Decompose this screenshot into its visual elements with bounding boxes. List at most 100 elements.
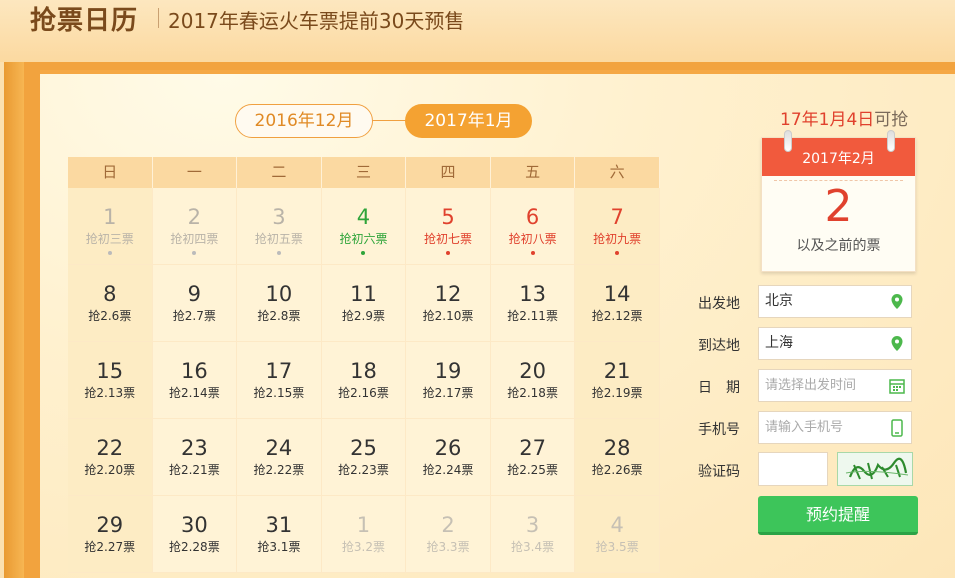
ticket-label: 抢初四票 xyxy=(170,232,219,246)
ticket-label: 抢2.27票 xyxy=(84,540,136,554)
to-label: 到达地 xyxy=(698,338,740,354)
calendar-day-cell[interactable]: 21 抢2.19票 xyxy=(575,342,660,419)
calendar-day-cell[interactable]: 16 抢2.14票 xyxy=(152,342,238,419)
day-number: 13 xyxy=(519,282,546,306)
day-number: 7 xyxy=(610,205,624,229)
weekday-header: 日 一 二 三 四 五 六 xyxy=(68,157,660,188)
day-number: 8 xyxy=(103,282,117,306)
weekday-mon: 一 xyxy=(153,157,238,188)
calendar-day-cell[interactable]: 14 抢2.12票 xyxy=(575,265,660,342)
day-number: 3 xyxy=(272,205,286,229)
ticket-label: 抢3.5票 xyxy=(595,540,639,554)
calendar-day-cell[interactable]: 7 抢初九票 xyxy=(575,188,660,265)
day-number: 20 xyxy=(519,359,546,383)
calendar-day-cell[interactable]: 22 抢2.20票 xyxy=(68,419,153,496)
calendar-week: 15 抢2.13票 16 抢2.14票 17 抢2.15票 18 抢2.16票 19 抢2.17票… xyxy=(68,342,660,419)
calendar-day-cell[interactable]: 9 抢2.7票 xyxy=(152,265,238,342)
phone-icon xyxy=(891,419,903,437)
weekday-sun: 日 xyxy=(68,157,153,188)
ticket-label: 抢初八票 xyxy=(508,232,557,246)
calendar-day-cell[interactable]: 19 抢2.17票 xyxy=(406,342,491,419)
calendar-icon[interactable] xyxy=(889,377,905,395)
weekday-tue: 二 xyxy=(237,157,322,188)
calendar-day-cell[interactable]: 8 抢2.6票 xyxy=(68,265,153,342)
calendar-day-cell[interactable]: 18 抢2.16票 xyxy=(321,342,407,419)
ticket-label: 抢2.15票 xyxy=(253,386,305,400)
calendar-day-cell: 3 抢初五票 xyxy=(237,188,322,265)
calendar-day-cell[interactable]: 17 抢2.15票 xyxy=(237,342,322,419)
ticket-label: 抢2.25票 xyxy=(507,463,558,477)
calendar-day-cell[interactable]: 29 抢2.27票 xyxy=(68,496,153,573)
ticket-label: 抢初三票 xyxy=(85,232,134,246)
calendar-day-cell: 1 抢初三票 xyxy=(68,188,153,265)
card-day: 2 xyxy=(824,181,853,232)
status-dot xyxy=(276,251,281,255)
ticket-label: 抢2.6票 xyxy=(88,309,132,323)
calendar-day-cell[interactable]: 12 抢2.10票 xyxy=(406,265,491,342)
captcha-glyphs xyxy=(845,457,909,480)
ticket-label: 抢2.18票 xyxy=(507,386,558,400)
date-field[interactable]: 请选择出发时间 xyxy=(758,369,912,402)
calendar-day-cell[interactable]: 23 抢2.21票 xyxy=(152,419,238,496)
calendar-day-cell[interactable]: 30 抢2.28票 xyxy=(152,496,238,573)
status-dot xyxy=(615,251,620,255)
card-ring-right xyxy=(887,130,895,152)
calendar-day-cell[interactable]: 13 抢2.11票 xyxy=(490,265,576,342)
calendar-day-cell[interactable]: 6 抢初八票 xyxy=(490,188,576,265)
top-bar: 抢票日历 2017年春运火车票提前30天预售 xyxy=(0,0,955,62)
day-number: 16 xyxy=(180,359,208,383)
logo-divider xyxy=(158,8,159,28)
prev-month-button[interactable]: 2016年12月 xyxy=(235,104,373,138)
ticket-label: 抢3.1票 xyxy=(257,540,301,554)
calendar-day-cell[interactable]: 25 抢2.23票 xyxy=(321,419,407,496)
to-value: 上海 xyxy=(765,335,793,351)
ticket-label: 抢2.21票 xyxy=(168,463,220,477)
calendar-day-cell: 4 抢3.5票 xyxy=(575,496,660,573)
calendar-day-cell[interactable]: 4 抢初六票 xyxy=(321,188,407,265)
to-field[interactable]: 上海 xyxy=(758,327,912,360)
card-subtitle: 以及之前的票 xyxy=(796,238,881,254)
ticket-label: 抢初七票 xyxy=(424,232,473,246)
from-field[interactable]: 北京 xyxy=(758,285,912,318)
phone-label: 手机号 xyxy=(698,422,740,438)
calendar-week: 29 抢2.27票 30 抢2.28票 31 抢3.1票 1 抢3.2票 2 抢3.3票 3 抢3.4… xyxy=(68,496,660,573)
calendar-day-cell[interactable]: 10 抢2.8票 xyxy=(237,265,322,342)
calendar-day-cell[interactable]: 5 抢初七票 xyxy=(406,188,491,265)
day-number: 18 xyxy=(350,359,377,383)
day-number: 30 xyxy=(180,513,208,537)
ticket-label: 抢2.8票 xyxy=(257,309,301,323)
logo: 抢票日历 xyxy=(30,6,139,36)
day-number: 4 xyxy=(610,513,624,537)
location-pin-icon[interactable] xyxy=(889,335,905,353)
phone-field[interactable]: 请输入手机号 xyxy=(758,411,912,444)
day-number: 28 xyxy=(603,436,631,460)
frame-shade xyxy=(4,62,24,578)
day-number: 24 xyxy=(265,436,293,460)
day-number: 22 xyxy=(96,436,124,460)
calendar-day-cell[interactable]: 24 抢2.22票 xyxy=(237,419,322,496)
calendar-day-cell[interactable]: 15 抢2.13票 xyxy=(68,342,153,419)
current-month-button[interactable]: 2017年1月 xyxy=(405,104,532,138)
calendar: 日 一 二 三 四 五 六 1 抢初三票 2 抢初四票 3 抢初五票 4 抢初六票 5 抢初七票 6… xyxy=(68,157,660,573)
reserve-reminder-button[interactable]: 预约提醒 xyxy=(758,496,918,535)
ticket-label: 抢2.22票 xyxy=(253,463,305,477)
ticket-label: 抢2.12票 xyxy=(591,309,643,323)
weekday-thu: 四 xyxy=(406,157,491,188)
calendar-day-cell[interactable]: 31 抢3.1票 xyxy=(237,496,322,573)
location-pin-icon[interactable] xyxy=(889,293,905,311)
calendar-day-cell[interactable]: 28 抢2.26票 xyxy=(575,419,660,496)
calendar-day-cell[interactable]: 26 抢2.24票 xyxy=(406,419,491,496)
day-number: 2 xyxy=(187,205,202,229)
weekday-fri: 五 xyxy=(491,157,576,188)
from-value: 北京 xyxy=(765,293,793,309)
calendar-day-cell[interactable]: 27 抢2.25票 xyxy=(490,419,576,496)
date-placeholder: 请选择出发时间 xyxy=(765,378,857,393)
ticket-label: 抢2.10票 xyxy=(422,309,474,323)
captcha-input[interactable] xyxy=(758,452,828,486)
captcha-image[interactable] xyxy=(837,452,913,486)
calendar-day-cell: 2 抢初四票 xyxy=(152,188,238,265)
calendar-week: 1 抢初三票 2 抢初四票 3 抢初五票 4 抢初六票 5 抢初七票 6 抢初八票 7 抢初九票 xyxy=(68,188,660,265)
calendar-day-cell[interactable]: 20 抢2.18票 xyxy=(490,342,576,419)
calendar-day-cell[interactable]: 11 抢2.9票 xyxy=(321,265,407,342)
status-dot xyxy=(107,251,112,255)
